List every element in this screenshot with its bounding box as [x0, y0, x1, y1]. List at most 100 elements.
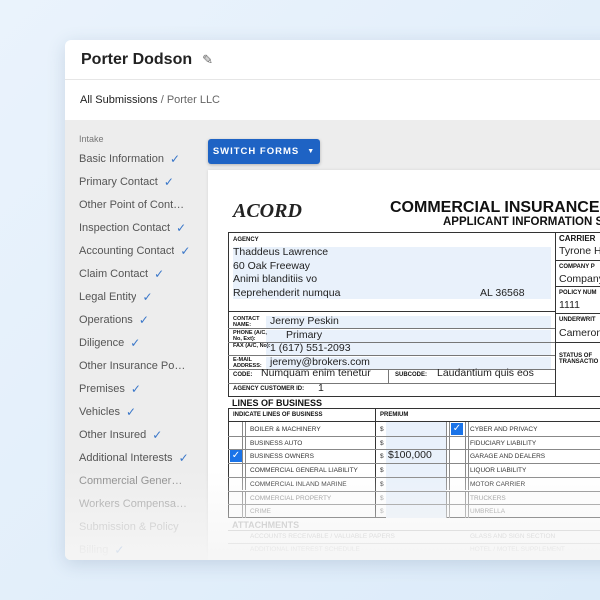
sidebar-item[interactable]: Other Insured ✓ — [79, 423, 199, 446]
lob-label: BOILER & MACHINERY — [250, 426, 321, 433]
agency-line-input[interactable]: 60 Oak Freeway — [233, 260, 310, 272]
sidebar-item[interactable]: Operations ✓ — [79, 308, 199, 331]
header: Porter Dodson ✎ — [65, 40, 600, 80]
sidebar-item-label: Commercial General Liability — [79, 474, 187, 487]
carrier-input[interactable]: Tyrone H — [559, 245, 600, 257]
pencil-icon[interactable]: ✎ — [202, 52, 213, 68]
sidebar-item[interactable]: Inspection Contact ✓ — [79, 216, 199, 239]
acord-logo: ACORD — [233, 200, 302, 222]
dollar-sign: $ — [380, 426, 384, 433]
submission-window: Porter Dodson ✎ All Submissions / Porter… — [65, 40, 600, 560]
divider — [242, 435, 243, 450]
divider — [465, 490, 466, 505]
sidebar-item[interactable]: Additional Interests ✓ — [79, 446, 199, 469]
sidebar-item[interactable]: Submission & Policy — [79, 515, 199, 538]
attachment-label: ADDITIONAL INTEREST SCHEDULE — [250, 546, 360, 553]
sidebar-item[interactable]: Legal Entity ✓ — [79, 285, 199, 308]
sidebar-item[interactable]: Workers Compensation — [79, 492, 199, 515]
divider — [468, 490, 469, 505]
lob-checkbox[interactable] — [451, 492, 463, 504]
attachment-label: GLASS AND SIGN SECTION — [470, 533, 556, 540]
sidebar-item[interactable]: Primary Contact ✓ — [79, 170, 199, 193]
agency-line-input[interactable]: Thaddeus Lawrence — [233, 246, 328, 258]
fax-input[interactable]: 1 (617) 551-2093 — [270, 342, 351, 354]
lob-label: COMMERCIAL PROPERTY — [250, 494, 332, 502]
phone-input[interactable]: Primary — [286, 329, 322, 341]
sidebar-item-label: Workers Compensation — [79, 497, 187, 510]
check-icon: ✓ — [163, 174, 174, 189]
lob-checkbox[interactable] — [451, 478, 463, 490]
lob-label: UMBRELLA — [470, 508, 506, 516]
company-input[interactable]: Company — [559, 273, 600, 285]
lob-checkbox[interactable] — [230, 492, 242, 504]
sidebar-item[interactable]: Commercial General Liability — [79, 469, 199, 492]
agency-line-input[interactable]: Reprehenderit numqua — [233, 287, 340, 299]
lob-checkbox[interactable] — [230, 478, 242, 490]
agency-label: AGENCY — [233, 237, 259, 243]
breadcrumb-separator: / — [157, 94, 167, 106]
divider — [446, 504, 447, 518]
lob-checkbox[interactable] — [230, 423, 242, 435]
agency-state-zip-input[interactable]: AL 36568 — [480, 287, 525, 299]
sidebar-item[interactable]: Claim Contact ✓ — [79, 262, 199, 285]
lob-checkbox[interactable] — [230, 437, 242, 449]
underwriter-input[interactable]: Cameron — [559, 327, 600, 339]
code-input[interactable]: Numquam enim tenetur — [261, 367, 371, 379]
lob-checkbox[interactable] — [451, 450, 463, 462]
divider — [242, 463, 243, 477]
lob-label: TRUCKERS — [470, 494, 506, 502]
divider — [446, 463, 447, 477]
divider — [245, 435, 246, 450]
policy-input[interactable]: 1111 — [559, 299, 580, 311]
divider — [446, 490, 447, 505]
divider — [228, 504, 600, 506]
check-icon: ✓ — [178, 450, 189, 465]
sidebar-item-label: Legal Entity — [79, 290, 137, 303]
agency-line-input[interactable]: Animi blanditiis vo — [233, 273, 317, 285]
sidebar-item-label: Accounting Contact — [79, 244, 175, 257]
divider — [555, 342, 600, 343]
field-label-contact: CONTACT NAME: — [233, 316, 260, 328]
sidebar-item[interactable]: Premises ✓ — [79, 377, 199, 400]
lob-checkbox[interactable] — [230, 464, 242, 476]
premium-input[interactable]: $100,000 — [388, 449, 432, 461]
switch-forms-button[interactable]: SWITCH FORMS ▼ — [208, 139, 320, 164]
divider — [228, 435, 600, 437]
attachments-heading: ATTACHMENTS — [232, 520, 300, 530]
sidebar-item[interactable]: Other Point of Contact — [79, 193, 199, 216]
lob-checkbox[interactable] — [451, 505, 463, 517]
lob-checkbox-checked[interactable]: ✓ — [451, 423, 463, 435]
sidebar-item[interactable]: Diligence ✓ — [79, 331, 199, 354]
sidebar-item[interactable]: Vehicles ✓ — [79, 400, 199, 423]
sidebar-item[interactable]: Accounting Contact ✓ — [79, 239, 199, 262]
lob-label: COMMERCIAL INLAND MARINE — [250, 480, 347, 488]
customer-id-input[interactable]: 1 — [318, 382, 324, 394]
contact-input[interactable]: Jeremy Peskin — [270, 315, 339, 327]
lob-checkbox[interactable] — [230, 505, 242, 517]
sidebar-item-label: Primary Contact — [79, 175, 158, 188]
dollar-sign: $ — [380, 494, 384, 502]
lob-checkbox[interactable] — [451, 437, 463, 449]
check-icon: ✓ — [152, 427, 163, 442]
subcode-label: SUBCODE: — [395, 372, 428, 378]
lob-checkbox[interactable] — [451, 464, 463, 476]
lob-label: GARAGE AND DEALERS — [470, 453, 546, 461]
sidebar-item[interactable]: Billing ✓ — [79, 538, 199, 560]
subcode-input[interactable]: Laudantium quis eos — [437, 367, 534, 379]
breadcrumb-all-submissions[interactable]: All Submissions — [80, 94, 158, 106]
lob-label: COMMERCIAL GENERAL LIABILITY — [250, 467, 358, 475]
underwriter-label: UNDERWRIT — [559, 317, 596, 323]
divider — [468, 449, 469, 464]
attachment-label: ACCOUNTS RECEIVABLE / VALUABLE PAPERS — [250, 533, 395, 540]
content-area: Intake Basic Information ✓ Primary Contact… — [65, 120, 600, 560]
dollar-sign: $ — [380, 439, 384, 447]
divider — [468, 422, 469, 436]
sidebar-item[interactable]: Basic Information ✓ — [79, 147, 199, 170]
lob-checkbox-checked[interactable]: ✓ — [230, 450, 242, 463]
dollar-sign: $ — [380, 508, 384, 516]
divider — [446, 422, 447, 436]
form-subtitle: APPLICANT INFORMATION S — [443, 216, 600, 228]
divider — [465, 463, 466, 477]
lob-label: LIQUOR LIABILITY — [470, 467, 527, 475]
sidebar-item[interactable]: Other Insurance Policies — [79, 354, 199, 377]
